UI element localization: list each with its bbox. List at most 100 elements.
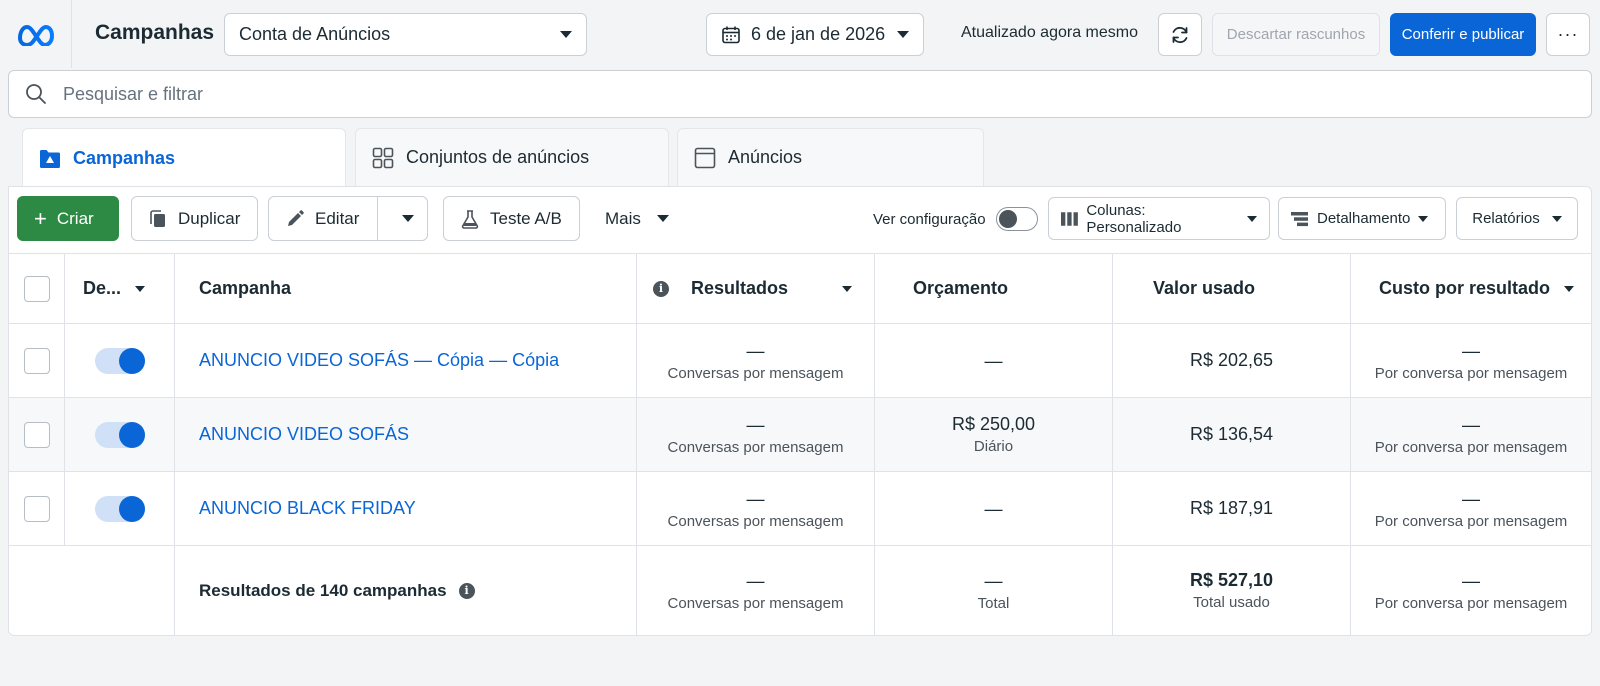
- discard-drafts-button[interactable]: Descartar rascunhos: [1212, 13, 1380, 56]
- tab-campaigns[interactable]: Campanhas: [22, 128, 346, 188]
- edit-button-label: Editar: [315, 208, 360, 228]
- more-options-button[interactable]: ···: [1546, 13, 1590, 56]
- results-subtext: Conversas por mensagem: [667, 512, 844, 530]
- account-select-value: Conta de Anúncios: [239, 24, 391, 44]
- tab-ads[interactable]: Anúncios: [677, 128, 984, 186]
- duplicate-button-label: Duplicar: [178, 208, 241, 228]
- more-actions-button[interactable]: Mais: [589, 196, 685, 241]
- column-header-spent-label: Valor usado: [1153, 278, 1256, 298]
- table-row: ANUNCIO VIDEO SOFÁS — Cópia — Cópia — Co…: [9, 323, 1591, 397]
- column-header-delivery[interactable]: De...: [65, 254, 175, 323]
- edit-button[interactable]: Editar: [269, 197, 378, 240]
- row-checkbox[interactable]: [23, 347, 50, 374]
- row-delivery-cell: [65, 324, 175, 397]
- cpr-value: —: [1462, 340, 1480, 361]
- campaign-active-toggle[interactable]: [94, 495, 145, 522]
- column-header-campaign-label: Campanha: [199, 278, 292, 298]
- refresh-icon: [1172, 26, 1188, 43]
- meta-logo[interactable]: [0, 0, 72, 68]
- campaign-name-link[interactable]: ANUNCIO VIDEO SOFÁS — Cópia — Cópia: [199, 350, 636, 371]
- chevron-down-icon: [1551, 215, 1562, 222]
- refresh-button[interactable]: [1158, 13, 1202, 56]
- columns-button[interactable]: Colunas: Personalizado: [1048, 197, 1270, 240]
- row-checkbox[interactable]: [23, 421, 50, 448]
- ab-test-button[interactable]: Teste A/B: [443, 196, 580, 241]
- results-value: —: [746, 488, 765, 509]
- column-header-budget[interactable]: Orçamento: [875, 254, 1113, 323]
- column-header-results-label: Resultados: [691, 278, 789, 298]
- search-bar[interactable]: [8, 70, 1592, 118]
- budget-value: R$ 250,00: [951, 414, 1036, 434]
- totals-results-cell: — Conversas por mensagem: [637, 546, 875, 635]
- date-picker[interactable]: 6 de jan de 2026: [706, 13, 924, 56]
- breakdown-icon: [1291, 211, 1308, 226]
- row-checkbox[interactable]: [23, 495, 50, 522]
- table-row: ANUNCIO VIDEO SOFÁS — Conversas por mens…: [9, 397, 1591, 471]
- breakdown-button-label: Detalhamento: [1317, 210, 1411, 227]
- duplicate-icon: [150, 209, 165, 227]
- campaign-name-link[interactable]: ANUNCIO BLACK FRIDAY: [199, 498, 636, 519]
- spent-value: R$ 202,65: [1189, 350, 1274, 370]
- row-delivery-cell: [65, 398, 175, 471]
- spent-value: R$ 136,54: [1189, 424, 1274, 444]
- totals-label-cell: Resultados de 140 campanhas i: [175, 546, 637, 635]
- create-button[interactable]: + Criar: [17, 196, 119, 241]
- chevron-down-icon: [1247, 215, 1257, 222]
- chevron-down-icon: [1418, 215, 1429, 222]
- review-publish-button[interactable]: Conferir e publicar: [1390, 13, 1536, 56]
- chevron-down-icon: [897, 31, 909, 38]
- results-value: —: [746, 340, 765, 361]
- info-icon[interactable]: i: [458, 582, 475, 599]
- totals-empty-cell: [9, 546, 65, 635]
- cpr-subtext: Por conversa por mensagem: [1374, 438, 1568, 456]
- columns-button-label: Colunas: Personalizado: [1086, 201, 1182, 236]
- chevron-down-icon: [560, 31, 572, 38]
- row-name-cell: ANUNCIO BLACK FRIDAY: [175, 472, 637, 545]
- column-header-campaign[interactable]: Campanha: [175, 254, 637, 323]
- totals-spent-cell: R$ 527,10 Total usado: [1113, 546, 1351, 635]
- select-all-checkbox[interactable]: [23, 275, 50, 302]
- view-config-label: Ver configuração: [873, 210, 986, 228]
- tab-ads-label: Anúncios: [728, 147, 803, 167]
- row-results-cell: — Conversas por mensagem: [637, 472, 875, 545]
- campaign-folder-icon: [39, 149, 60, 168]
- column-header-spent[interactable]: Valor usado: [1113, 254, 1351, 323]
- ab-test-button-label: Teste A/B: [490, 208, 562, 228]
- totals-budget-subtext: Total: [977, 594, 1010, 612]
- campaign-active-toggle[interactable]: [94, 421, 145, 448]
- more-dots-icon: ···: [1557, 24, 1579, 44]
- view-config-toggle-group: Ver configuração: [873, 207, 1038, 231]
- chevron-down-icon: [656, 215, 669, 222]
- info-icon[interactable]: i: [653, 280, 669, 297]
- grid-icon: [372, 147, 394, 168]
- campaigns-panel: + Criar Duplicar Editar Teste A/B Mais V…: [8, 186, 1592, 636]
- flask-icon: [461, 209, 479, 229]
- reports-button-label: Relatórios: [1472, 210, 1540, 227]
- column-header-cost-per-result[interactable]: Custo por resultado: [1351, 254, 1591, 323]
- totals-empty-cell: [65, 546, 175, 635]
- totals-results-value: —: [746, 570, 765, 591]
- duplicate-button[interactable]: Duplicar: [131, 196, 258, 241]
- row-select-cell: [9, 324, 65, 397]
- breakdown-button[interactable]: Detalhamento: [1278, 197, 1446, 240]
- table-header-row: De... Campanha i Resultados Orçamento Va…: [9, 253, 1591, 323]
- chevron-down-icon: [401, 215, 414, 222]
- row-spent-cell: R$ 136,54: [1113, 398, 1351, 471]
- campaign-active-toggle[interactable]: [94, 347, 145, 374]
- campaign-name-link[interactable]: ANUNCIO VIDEO SOFÁS: [199, 424, 636, 445]
- search-input[interactable]: [63, 83, 1575, 105]
- tab-ad-sets[interactable]: Conjuntos de anúncios: [355, 128, 669, 186]
- edit-dropdown-button[interactable]: [388, 197, 427, 240]
- account-select[interactable]: Conta de Anúncios: [224, 13, 587, 56]
- meta-logo-icon: [17, 24, 54, 46]
- chevron-down-icon: [135, 285, 146, 292]
- more-actions-label: Mais: [605, 208, 641, 228]
- pencil-icon: [288, 209, 304, 226]
- create-button-label: Criar: [56, 208, 94, 228]
- column-header-delivery-label: De...: [83, 278, 122, 298]
- reports-button[interactable]: Relatórios: [1456, 197, 1578, 240]
- spent-value: R$ 187,91: [1189, 498, 1274, 518]
- table-row: ANUNCIO BLACK FRIDAY — Conversas por men…: [9, 471, 1591, 545]
- view-config-switch[interactable]: [995, 207, 1038, 231]
- column-header-results[interactable]: i Resultados: [637, 254, 875, 323]
